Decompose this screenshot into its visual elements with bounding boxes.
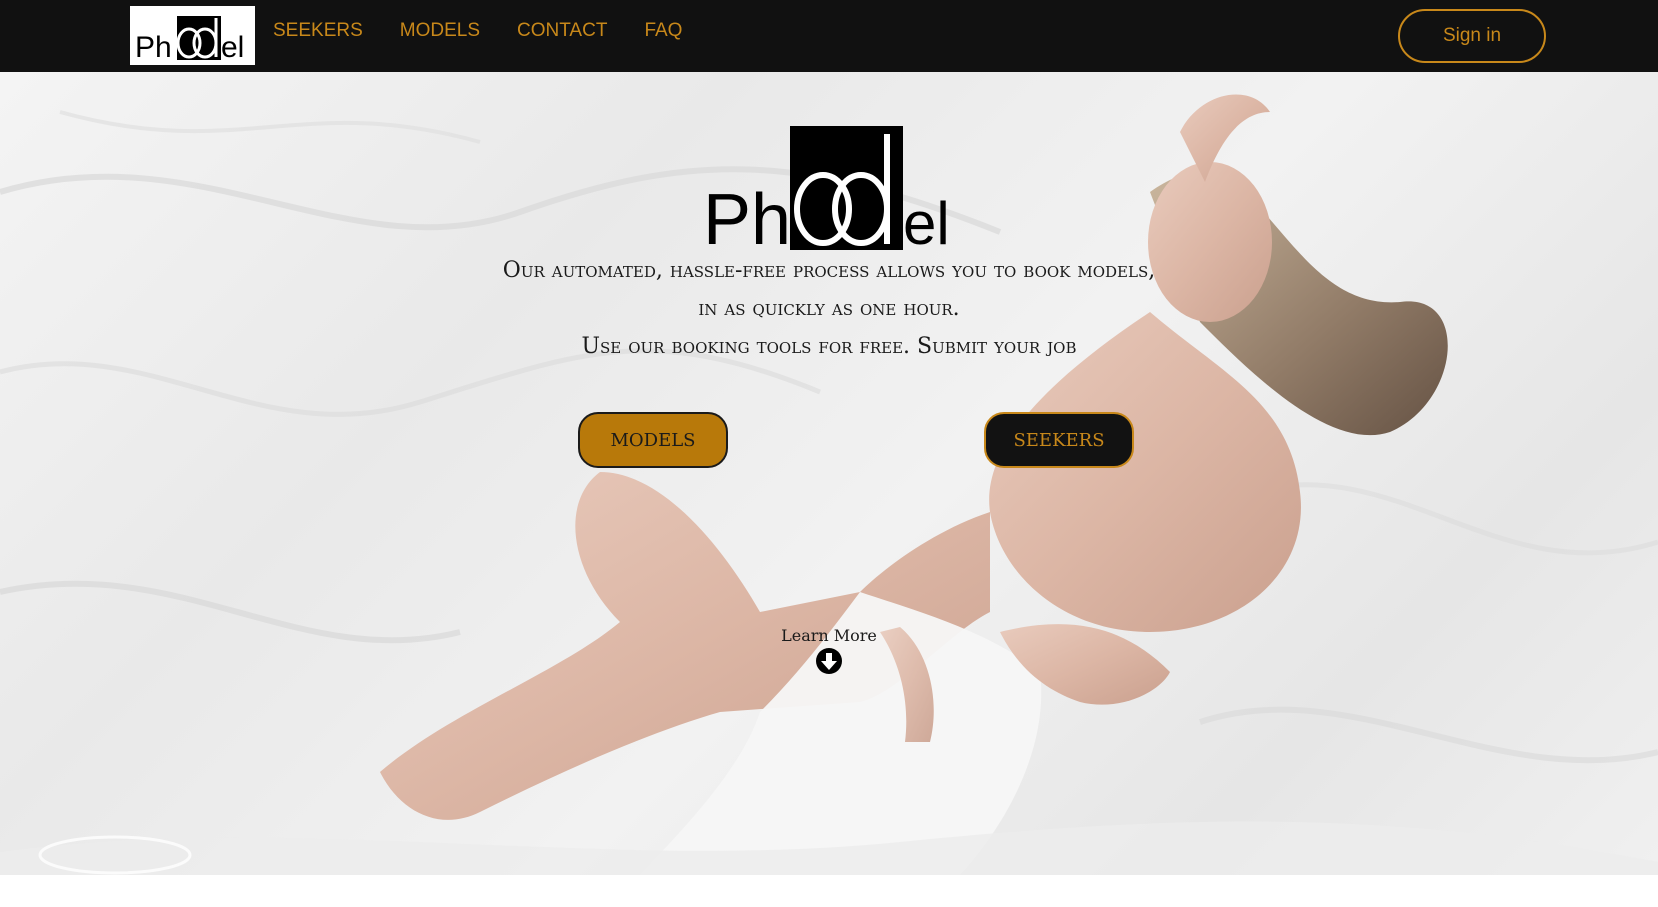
nav-link-models[interactable]: MODELS <box>400 20 480 42</box>
hero-tagline: Our automated, hassle-free process allow… <box>429 252 1229 366</box>
nav-link-faq[interactable]: FAQ <box>644 20 682 42</box>
tagline-line-3: Use our booking tools for free. Submit y… <box>581 334 1077 359</box>
learn-more-link[interactable]: Learn More <box>769 626 889 680</box>
tagline-line-1: Our automated, hassle-free process allow… <box>502 258 1156 283</box>
hero-section: Ph el Our automated, hassle-free process… <box>0 72 1658 875</box>
models-button[interactable]: MODELS <box>578 412 728 468</box>
tagline-line-2: in as quickly as one hour. <box>698 296 960 321</box>
svg-text:Ph: Ph <box>135 31 172 62</box>
svg-text:el: el <box>221 31 244 62</box>
top-navbar: Ph el SEEKERS MODELS CONTACT FAQ Sign in <box>0 0 1658 72</box>
sign-in-button[interactable]: Sign in <box>1398 9 1546 63</box>
brand-logo[interactable]: Ph el <box>130 6 255 65</box>
svg-text:Ph: Ph <box>703 180 791 252</box>
svg-text:el: el <box>903 190 950 252</box>
nav-link-seekers[interactable]: SEEKERS <box>273 20 363 42</box>
hero-logo: Ph el <box>703 126 950 252</box>
nav-links: SEEKERS MODELS CONTACT FAQ <box>273 0 719 62</box>
nav-link-contact[interactable]: CONTACT <box>517 20 607 42</box>
seekers-button[interactable]: SEEKERS <box>984 412 1134 468</box>
arrow-down-circle-icon[interactable] <box>815 647 843 675</box>
learn-more-label: Learn More <box>781 626 877 645</box>
phoodel-logo-icon: Ph el <box>135 15 244 62</box>
